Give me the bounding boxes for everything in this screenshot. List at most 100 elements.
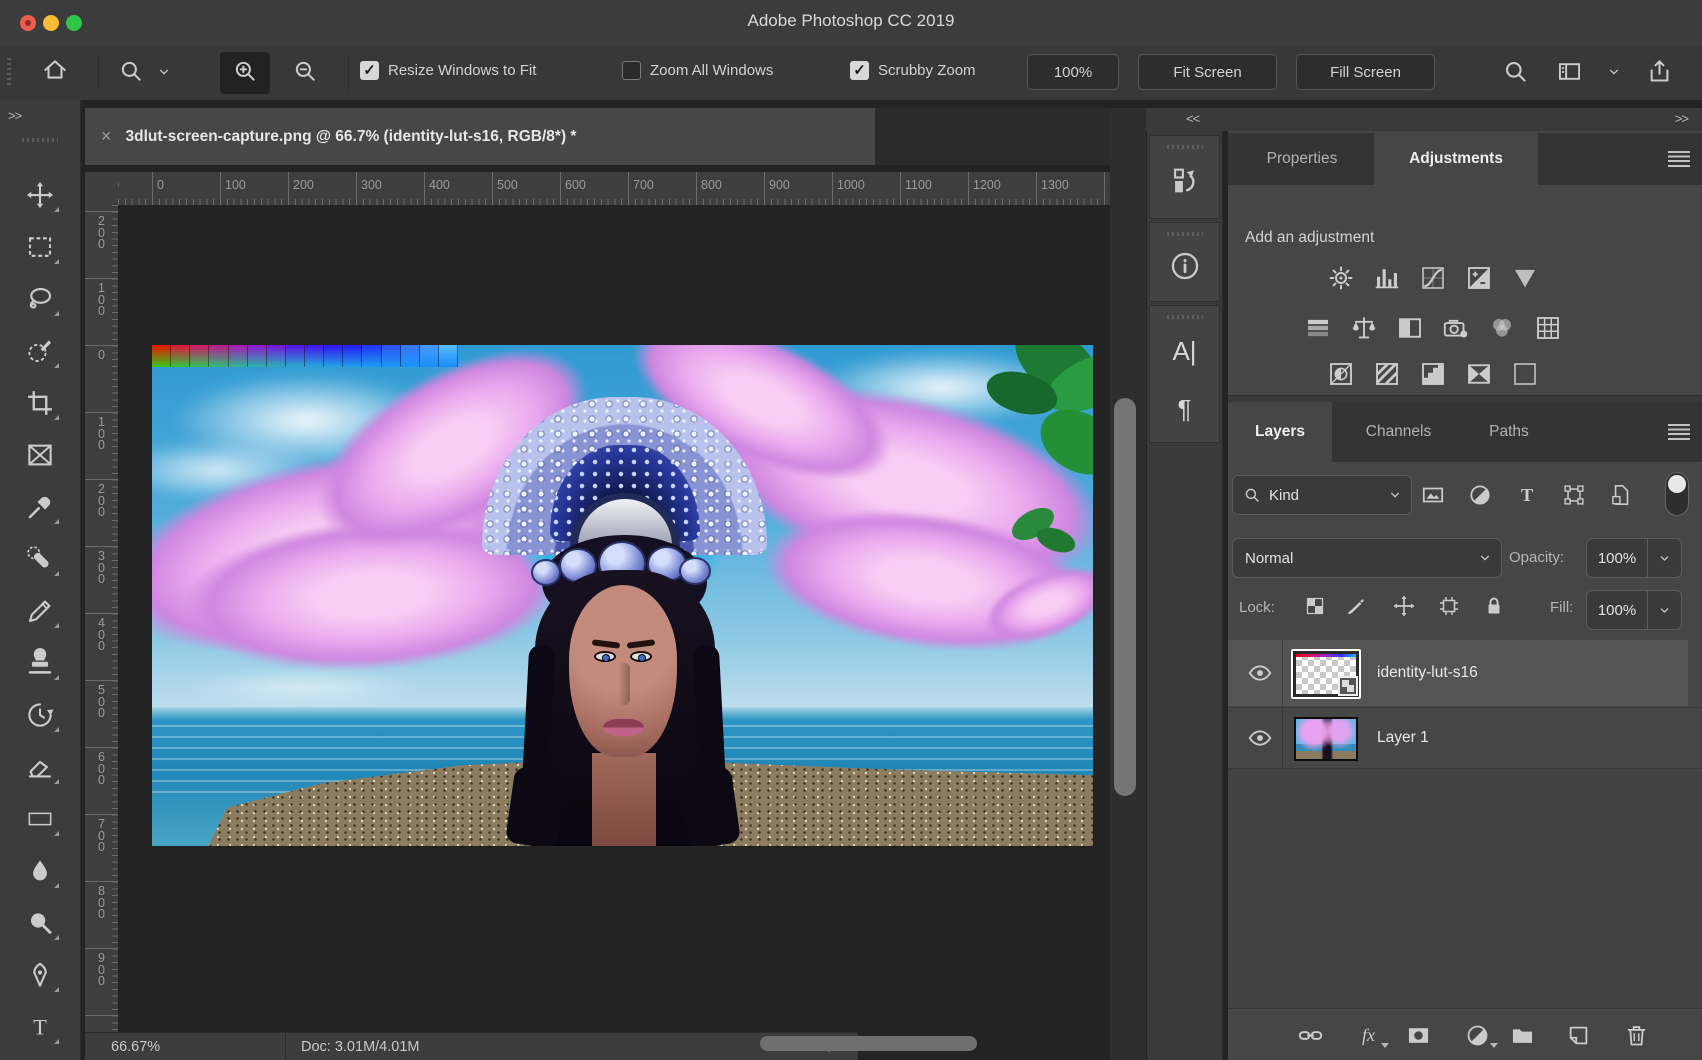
layer-row-identity-lut[interactable]: identity-lut-s16 <box>1228 640 1688 706</box>
fill-value[interactable]: 100% <box>1586 590 1648 630</box>
horizontal-ruler[interactable]: 0010020030040050060070080090010001100120… <box>118 172 1110 206</box>
close-tab-icon[interactable]: × <box>101 126 112 147</box>
chevron-down-icon[interactable] <box>1606 64 1622 80</box>
new-layer-icon[interactable] <box>1565 1022 1592 1049</box>
tab-layers[interactable]: Layers <box>1228 402 1332 462</box>
fit-screen-button[interactable]: Fit Screen <box>1138 54 1277 90</box>
zoom-tool-icon[interactable] <box>118 58 144 84</box>
options-bar-gripper[interactable] <box>7 58 11 88</box>
frame-tool[interactable] <box>18 433 62 477</box>
tab-channels[interactable]: Channels <box>1335 402 1462 462</box>
pencil-tool[interactable] <box>18 589 62 633</box>
fx-icon[interactable] <box>1355 1022 1382 1049</box>
resize-windows-checkbox[interactable]: Resize Windows to Fit <box>360 61 536 80</box>
channel-mixer-icon[interactable] <box>1487 313 1517 343</box>
panel-menu-icon[interactable] <box>1668 424 1690 440</box>
lock-paint-icon[interactable] <box>1344 594 1368 618</box>
home-icon[interactable] <box>42 57 68 83</box>
exposure-icon[interactable] <box>1464 263 1494 293</box>
clone-stamp-tool[interactable] <box>18 641 62 685</box>
color-balance-icon[interactable] <box>1349 313 1379 343</box>
eyedropper-tool[interactable] <box>18 485 62 529</box>
visibility-eye-icon[interactable] <box>1238 708 1283 768</box>
panel-gripper[interactable] <box>1167 232 1203 236</box>
adjustment-icon[interactable] <box>1464 1022 1491 1049</box>
zoom-100-button[interactable]: 100% <box>1027 54 1119 90</box>
gradient-map-icon[interactable] <box>1464 359 1494 389</box>
tools-collapse-button[interactable]: >> <box>0 108 80 132</box>
opacity-chevron[interactable] <box>1647 538 1682 578</box>
panel-gripper[interactable] <box>1167 315 1203 319</box>
healing-tool[interactable] <box>18 537 62 581</box>
adjustment-filter-icon[interactable] <box>1467 482 1493 508</box>
mask-icon[interactable] <box>1405 1022 1432 1049</box>
character-panel-icon[interactable]: A| <box>1150 336 1219 367</box>
visibility-eye-icon[interactable] <box>1238 640 1283 706</box>
hue-saturation-icon[interactable] <box>1303 313 1333 343</box>
pen-tool[interactable] <box>18 953 62 997</box>
history-panel-icon[interactable] <box>1150 164 1219 198</box>
info-panel-icon[interactable] <box>1150 249 1219 283</box>
lock-move-icon[interactable] <box>1392 594 1416 618</box>
curves-icon[interactable] <box>1418 263 1448 293</box>
posterize-icon[interactable] <box>1372 359 1402 389</box>
gradient-tool[interactable] <box>18 797 62 841</box>
vertical-scrollbar[interactable] <box>1114 398 1136 796</box>
layer-thumbnail[interactable] <box>1294 717 1358 761</box>
blend-mode-dropdown[interactable]: Normal <box>1232 538 1502 578</box>
layer-name[interactable]: Layer 1 <box>1377 708 1429 768</box>
fill-screen-button[interactable]: Fill Screen <box>1296 54 1435 90</box>
panel-control-icon[interactable] <box>1556 58 1583 85</box>
layer-thumbnail[interactable] <box>1291 649 1361 699</box>
search-icon[interactable] <box>1502 58 1529 85</box>
zoom-level-field[interactable]: 66.67% <box>85 1032 285 1060</box>
filter-toggle-switch[interactable] <box>1665 472 1689 516</box>
tools-gripper[interactable] <box>22 138 58 142</box>
vertical-ruler[interactable]: 2 0 01 0 001 0 02 0 03 0 04 0 05 0 06 0 … <box>85 205 119 1060</box>
blur-tool[interactable] <box>18 849 62 893</box>
zoom-out-icon[interactable] <box>292 58 318 84</box>
lock-all-icon[interactable] <box>1482 594 1506 618</box>
collapse-dock-button[interactable]: << <box>1186 111 1199 126</box>
shape-filter-icon[interactable] <box>1561 482 1587 508</box>
paragraph-panel-icon[interactable]: ¶ <box>1150 394 1219 425</box>
chevron-down-icon[interactable] <box>156 64 172 80</box>
tab-properties[interactable]: Properties <box>1232 133 1372 185</box>
opacity-value[interactable]: 100% <box>1586 538 1648 578</box>
tab-paths[interactable]: Paths <box>1465 402 1553 462</box>
canvas-area[interactable] <box>118 205 1110 1060</box>
dodge-tool[interactable] <box>18 901 62 945</box>
lasso-tool[interactable] <box>18 277 62 321</box>
marquee-tool[interactable] <box>18 225 62 269</box>
zoom-all-windows-checkbox[interactable]: Zoom All Windows <box>622 61 773 80</box>
layer-row-layer1[interactable]: Layer 1 <box>1228 707 1702 768</box>
quick-select-tool[interactable] <box>18 329 62 373</box>
panel-gripper[interactable] <box>1167 145 1203 149</box>
panel-menu-icon[interactable] <box>1668 151 1690 167</box>
crop-tool[interactable] <box>18 381 62 425</box>
selective-color-icon[interactable] <box>1510 359 1540 389</box>
type-filter-icon[interactable] <box>1514 482 1540 508</box>
levels-icon[interactable] <box>1372 263 1402 293</box>
ruler-origin-corner[interactable] <box>85 172 119 206</box>
black-white-icon[interactable] <box>1395 313 1425 343</box>
tab-adjustments[interactable]: Adjustments <box>1374 133 1538 185</box>
fill-chevron[interactable] <box>1647 590 1682 630</box>
layer-name[interactable]: identity-lut-s16 <box>1377 640 1478 706</box>
smart-object-filter-icon[interactable] <box>1608 482 1634 508</box>
group-icon[interactable] <box>1509 1022 1536 1049</box>
photo-filter-icon[interactable] <box>1441 313 1471 343</box>
eraser-tool[interactable] <box>18 745 62 789</box>
document-tab[interactable]: × 3dlut-screen-capture.png @ 66.7% (iden… <box>85 108 875 165</box>
brightness-contrast-icon[interactable] <box>1326 263 1356 293</box>
filter-kind-dropdown[interactable]: Kind <box>1232 475 1412 515</box>
share-icon[interactable] <box>1646 58 1673 85</box>
expand-dock-button[interactable]: >> <box>1675 111 1688 126</box>
zoom-in-icon[interactable] <box>232 58 258 84</box>
lock-transparent-icon[interactable] <box>1303 594 1327 618</box>
pixel-filter-icon[interactable] <box>1420 482 1446 508</box>
type-tool[interactable] <box>18 1005 62 1049</box>
color-lookup-icon[interactable] <box>1533 313 1563 343</box>
horizontal-scrollbar[interactable] <box>760 1036 977 1051</box>
move-tool[interactable] <box>18 173 62 217</box>
